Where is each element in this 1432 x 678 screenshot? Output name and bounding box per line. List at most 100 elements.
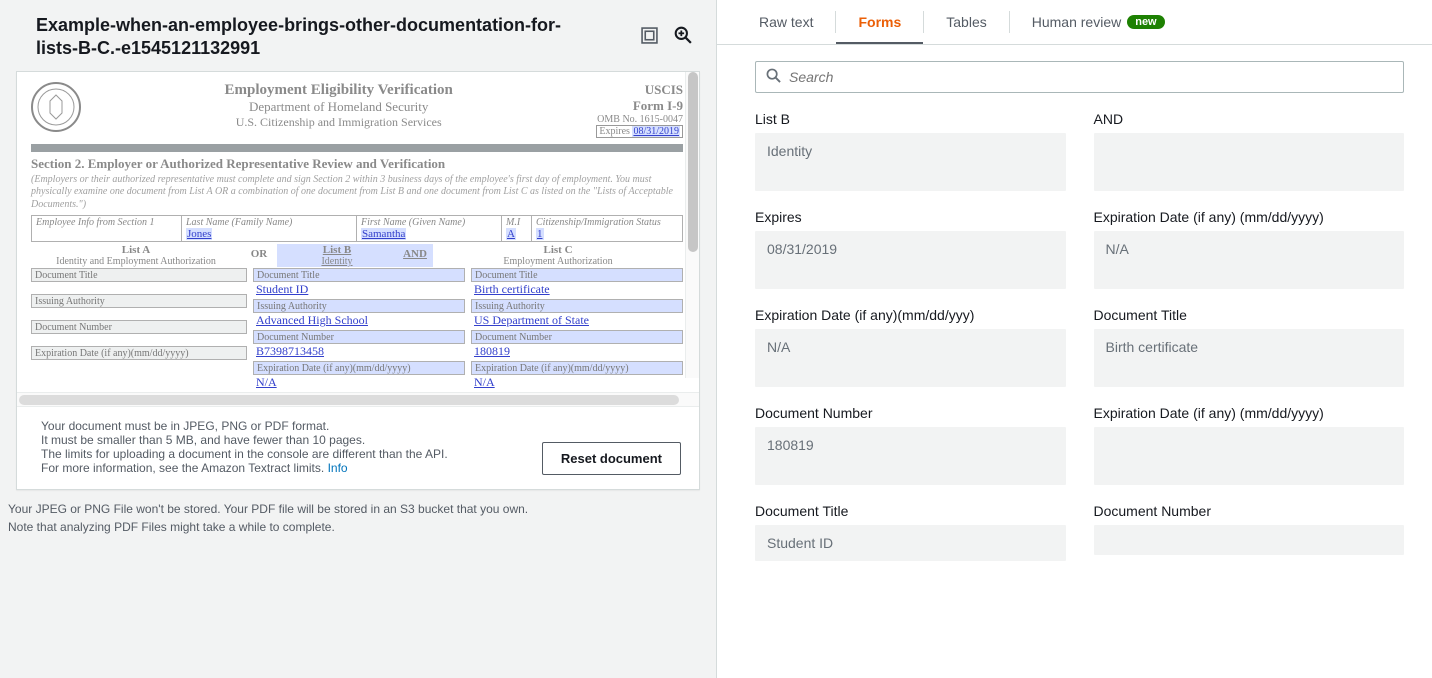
storage-note: Your JPEG or PNG File won't be stored. Y… (0, 490, 716, 536)
list-a-sub: Identity and Employment Authorization (31, 256, 241, 267)
left-panel: Example-when-an-employee-brings-other-do… (0, 0, 717, 678)
c-exp-val: N/A (471, 375, 683, 392)
first-name-lbl: First Name (Given Name) (361, 217, 497, 228)
document-title: Example-when-an-employee-brings-other-do… (36, 14, 566, 61)
c-doc-num-val: 180819 (471, 344, 683, 361)
list-b-sub: Identity (277, 256, 397, 267)
kv-label: AND (1094, 111, 1405, 127)
footer-line-1: Your document must be in JPEG, PNG or PD… (41, 419, 448, 433)
info-link[interactable]: Info (328, 461, 348, 475)
horizontal-scrollbar[interactable] (17, 392, 699, 406)
c-issuing-lbl: Issuing Authority (471, 299, 683, 313)
tab-human-label: Human review (1032, 14, 1121, 30)
last-name-val: Jones (186, 228, 212, 240)
tab-tables[interactable]: Tables (924, 0, 1008, 44)
forms-list[interactable]: List B Identity AND Expires 08/31/2019 Exp… (717, 103, 1432, 579)
emp-info-lbl: Employee Info from Section 1 (36, 217, 177, 228)
c-doc-title-val: Birth certificate (471, 282, 683, 299)
list-c-header: List C (433, 244, 683, 256)
a-doc-title: Document Title (31, 268, 247, 282)
footer-line-4: For more information, see the Amazon Tex… (41, 461, 328, 475)
a-doc-num: Document Number (31, 320, 247, 334)
kv-label: Expiration Date (if any) (mm/dd/yyyy) (1094, 405, 1405, 421)
kv-value: N/A (1094, 231, 1405, 289)
kv-value (1094, 525, 1405, 555)
footer-line-3: The limits for uploading a document in t… (41, 447, 448, 461)
fit-icon[interactable] (641, 27, 658, 47)
new-badge: new (1127, 15, 1164, 29)
mi-lbl: M.I (506, 217, 527, 228)
kv-label: Expiration Date (if any)(mm/dd/yyy) (755, 307, 1066, 323)
kv-label: List B (755, 111, 1066, 127)
storage-note-1: Your JPEG or PNG File won't be stored. Y… (8, 500, 700, 518)
kv-value (1094, 427, 1405, 485)
search-input[interactable] (789, 69, 1393, 85)
uscis-label: USCIS (596, 82, 683, 98)
form-i9-label: Form I-9 (596, 98, 683, 114)
form-header-1: Employment Eligibility Verification (89, 82, 588, 99)
zoom-in-icon[interactable] (674, 26, 692, 47)
dhs-seal-icon (31, 82, 81, 132)
storage-note-2: Note that analyzing PDF Files might take… (8, 518, 700, 536)
b-issuing-lbl: Issuing Authority (253, 299, 465, 313)
document-canvas[interactable]: Employment Eligibility Verification Depa… (17, 72, 699, 392)
right-panel: Raw text Forms Tables Human review new L… (717, 0, 1432, 678)
kv-label: Document Title (1094, 307, 1405, 323)
b-exp-lbl: Expiration Date (if any)(mm/dd/yyyy) (253, 361, 465, 375)
section2-note: (Employers or their authorized represent… (31, 174, 683, 212)
tab-raw-text[interactable]: Raw text (737, 0, 835, 44)
b-doc-title-lbl: Document Title (253, 268, 465, 282)
list-c-sub: Employment Authorization (433, 256, 683, 267)
kv-label: Expires (755, 209, 1066, 225)
expires-val: 08/31/2019 (632, 126, 680, 137)
first-name-val: Samantha (361, 228, 406, 240)
a-exp: Expiration Date (if any)(mm/dd/yyyy) (31, 346, 247, 360)
mi-val: A (506, 228, 516, 240)
i9-form: Employment Eligibility Verification Depa… (31, 82, 683, 392)
section2-title: Section 2. Employer or Authorized Repres… (31, 156, 683, 172)
footer-line-2: It must be smaller than 5 MB, and have f… (41, 433, 448, 447)
last-name-lbl: Last Name (Family Name) (186, 217, 352, 228)
cis-lbl: Citizenship/Immigration Status (536, 217, 678, 228)
kv-label: Document Number (1094, 503, 1405, 519)
kv-value: Birth certificate (1094, 329, 1405, 387)
tab-human-review[interactable]: Human review new (1010, 0, 1187, 44)
form-header-2: Department of Homeland Security (89, 99, 588, 115)
tabs: Raw text Forms Tables Human review new (717, 0, 1432, 45)
kv-value: Student ID (755, 525, 1066, 561)
kv-label: Document Number (755, 405, 1066, 421)
b-doc-title-val: Student ID (253, 282, 465, 299)
cis-val: 1 (536, 228, 544, 240)
tab-forms[interactable]: Forms (836, 0, 923, 44)
search-icon (766, 68, 781, 86)
form-header-3: U.S. Citizenship and Immigration Service… (89, 115, 588, 130)
kv-value: Identity (755, 133, 1066, 191)
a-issuing: Issuing Authority (31, 294, 247, 308)
c-issuing-val: US Department of State (471, 313, 683, 330)
document-actions (641, 14, 692, 47)
search-wrap (717, 45, 1432, 103)
expires-lbl: Expires (599, 126, 630, 137)
kv-value: 08/31/2019 (755, 231, 1066, 289)
divider (31, 144, 683, 152)
c-doc-num-lbl: Document Number (471, 330, 683, 344)
and-label: AND (397, 244, 433, 267)
search-box[interactable] (755, 61, 1404, 93)
document-footer: Your document must be in JPEG, PNG or PD… (17, 406, 699, 489)
kv-value: 180819 (755, 427, 1066, 485)
b-doc-num-val: B7398713458 (253, 344, 465, 361)
c-doc-title-lbl: Document Title (471, 268, 683, 282)
b-doc-num-lbl: Document Number (253, 330, 465, 344)
document-header: Example-when-an-employee-brings-other-do… (0, 0, 716, 71)
kv-label: Document Title (755, 503, 1066, 519)
vertical-scrollbar[interactable] (685, 72, 699, 378)
kv-value (1094, 133, 1405, 191)
kv-value: N/A (755, 329, 1066, 387)
reset-document-button[interactable]: Reset document (542, 442, 681, 475)
list-b-header: List B (277, 244, 397, 256)
or-label: OR (241, 244, 277, 267)
b-issuing-val: Advanced High School (253, 313, 465, 330)
kv-label: Expiration Date (if any) (mm/dd/yyyy) (1094, 209, 1405, 225)
document-viewer: Employment Eligibility Verification Depa… (16, 71, 700, 490)
c-exp-lbl: Expiration Date (if any)(mm/dd/yyyy) (471, 361, 683, 375)
